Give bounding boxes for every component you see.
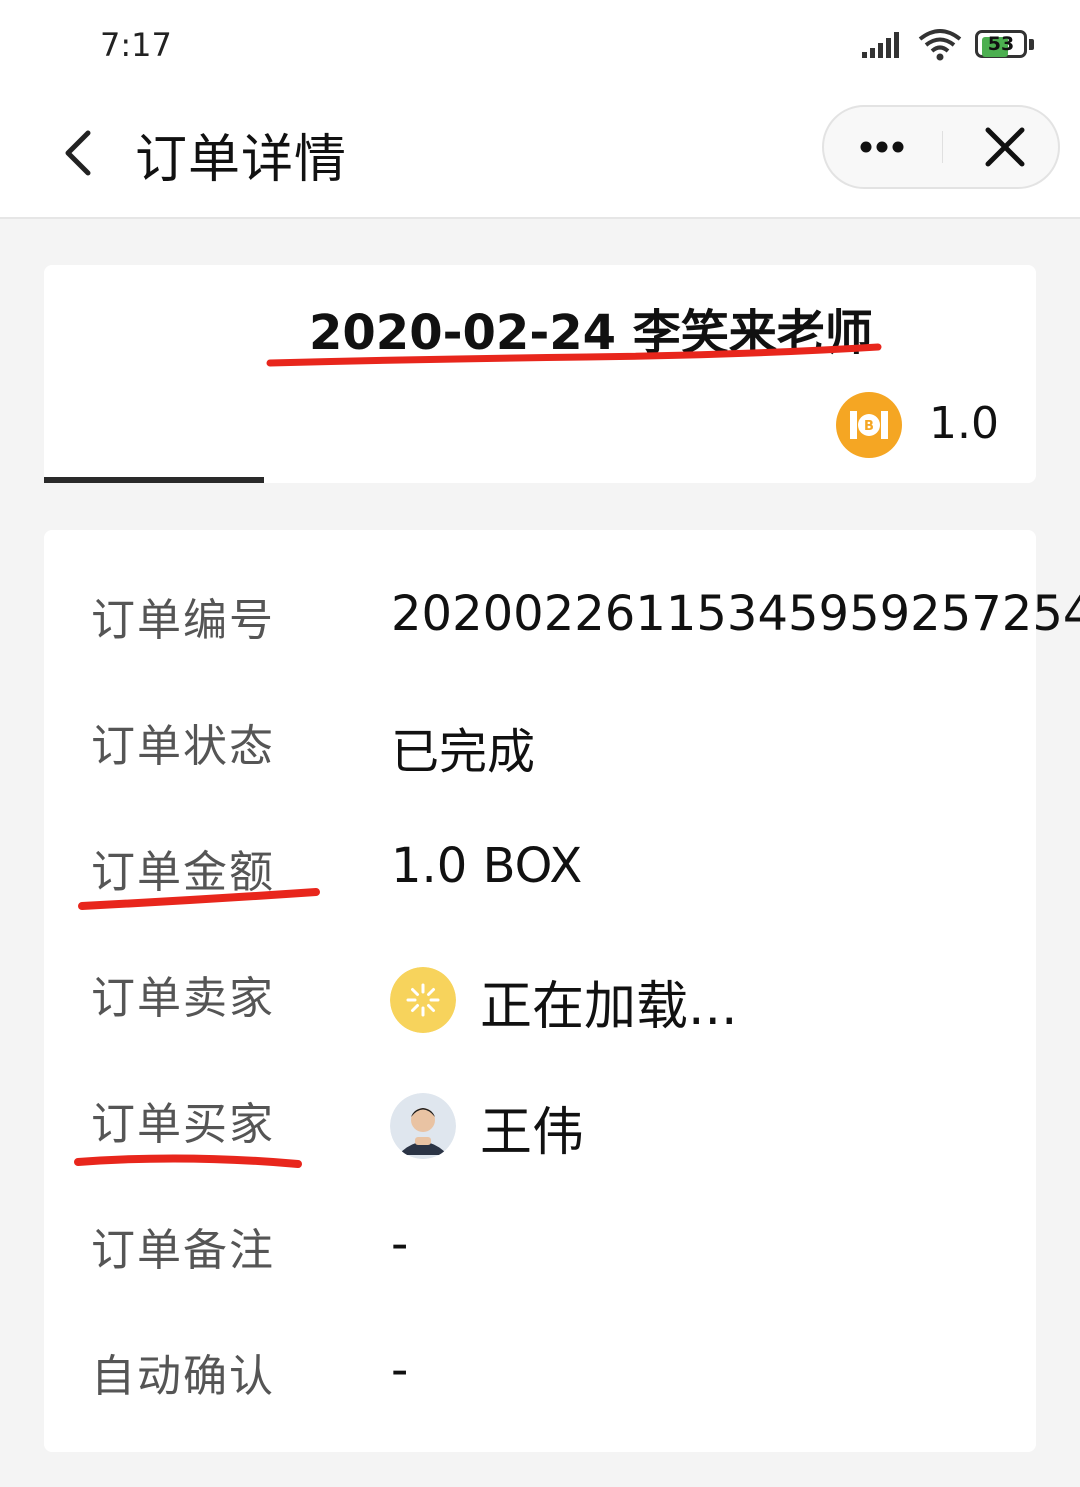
mini-program-capsule <box>822 105 1060 189</box>
detail-row-auto-confirm: 自动确认 - <box>44 1296 1080 1422</box>
loading-spinner-icon <box>390 967 456 1033</box>
page-title: 订单详情 <box>135 130 348 190</box>
signal-icon <box>862 32 899 58</box>
box-coin-icon: B <box>836 392 902 458</box>
remark-value: - <box>391 1216 409 1272</box>
title-underline-annotation <box>266 343 882 367</box>
svg-text:B: B <box>864 419 874 434</box>
detail-row-order-number: 订单编号 202002261153459592572544 <box>44 540 1080 666</box>
seller-name: 正在加载... <box>480 977 738 1037</box>
auto-confirm-value: - <box>391 1342 409 1398</box>
status-time: 7:17 <box>100 26 172 64</box>
close-button[interactable] <box>943 107 1060 187</box>
seller-label: 订单卖家 <box>91 973 275 1024</box>
order-amount-value: 1.0 BOX <box>391 838 583 894</box>
detail-row-order-status: 订单状态 已完成 <box>44 666 1080 792</box>
chevron-left-icon <box>65 130 91 176</box>
order-number-value: 202002261153459592572544 <box>391 586 1080 642</box>
close-icon <box>985 127 1025 167</box>
auto-confirm-label: 自动确认 <box>91 1351 275 1402</box>
back-button[interactable] <box>50 123 110 183</box>
detail-row-remark: 订单备注 - <box>44 1170 1080 1296</box>
order-price: 1.0 <box>929 398 999 449</box>
order-details-card: 订单编号 202002261153459592572544 订单状态 已完成 订… <box>44 530 1080 1452</box>
amount-underline-annotation <box>78 888 320 910</box>
detail-row-order-amount: 订单金额 1.0 BOX <box>44 792 1080 918</box>
detail-row-seller: 订单卖家 正在加载... <box>44 918 1080 1044</box>
order-status-label: 订单状态 <box>91 721 275 772</box>
battery-level: 53 <box>987 33 1015 55</box>
more-dots-icon <box>860 141 904 153</box>
remark-label: 订单备注 <box>91 1225 275 1276</box>
wifi-icon <box>918 29 962 61</box>
battery-icon: 53 <box>975 30 1037 62</box>
detail-row-buyer: 订单买家 王伟 <box>44 1044 1080 1170</box>
buyer-name: 王伟 <box>480 1103 585 1163</box>
order-status-value: 已完成 <box>391 724 536 780</box>
nav-bar: 订单详情 <box>0 95 1080 219</box>
status-bar: 7:17 53 <box>0 0 1080 95</box>
buyer-label: 订单买家 <box>91 1099 275 1150</box>
order-number-label: 订单编号 <box>91 595 275 646</box>
user-avatar[interactable] <box>390 1093 456 1159</box>
header-strip <box>44 477 264 483</box>
more-button[interactable] <box>824 107 942 187</box>
order-header-card: 2020-02-24 李笑来老师 B 1.0 <box>44 265 1036 483</box>
